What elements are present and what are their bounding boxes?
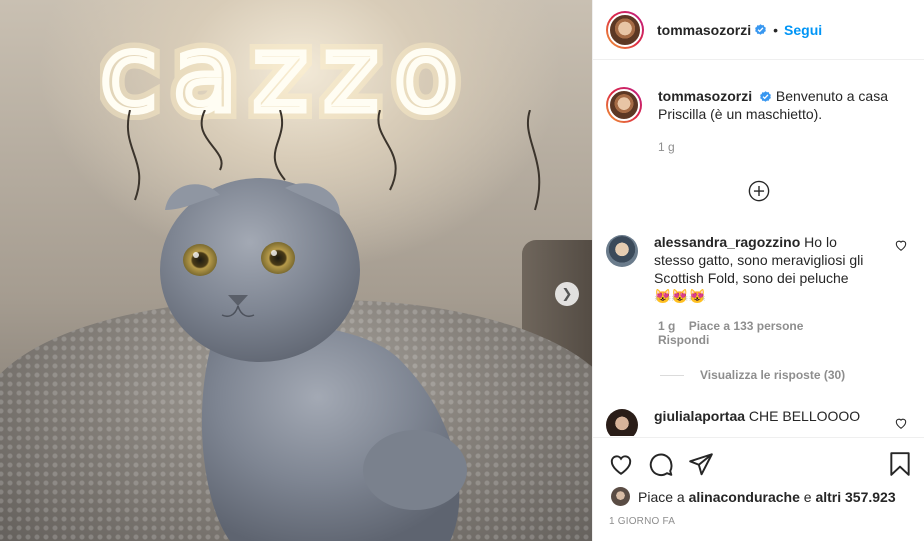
caption-text-block: tommasozorzi Benvenuto a casa Priscilla … (658, 87, 908, 123)
view-replies-button[interactable]: Visualizza le risposte (30) (660, 368, 845, 382)
caption-avatar[interactable] (606, 87, 642, 123)
comments-section[interactable]: tommasozorzi Benvenuto a casa Priscilla … (593, 61, 924, 436)
comment-like-heart-icon[interactable] (894, 416, 908, 430)
commenter-avatar[interactable] (606, 409, 638, 436)
post-details-panel: tommasozorzi • Segui tommasozorzi Benven… (592, 0, 924, 541)
header-separator: • (773, 21, 779, 38)
likes-summary: Piace a alinacondurache e altri 357.923 (611, 487, 896, 506)
chevron-right-icon: ❯ (561, 286, 573, 302)
caption-username[interactable]: tommasozorzi (658, 88, 752, 104)
post-caption: tommasozorzi Benvenuto a casa Priscilla … (606, 87, 908, 123)
comment-text: CHE BELLOOOO (748, 408, 861, 424)
liker-avatar[interactable] (611, 487, 630, 506)
paper-plane-icon[interactable] (688, 451, 714, 477)
replies-divider (660, 374, 684, 376)
neon-sign-text: cazzo (100, 13, 474, 120)
neon-sign: cazzo cazzo (100, 10, 474, 120)
comment-item: giulialaportaa CHE BELLOOOO (606, 407, 916, 436)
comment-text-block: giulialaportaa CHE BELLOOOO (654, 407, 869, 436)
likes-others-count[interactable]: altri 357.923 (815, 489, 895, 505)
comment-text-block: alessandra_ragozzino Ho lo stesso gatto,… (654, 233, 869, 305)
comment-username[interactable]: alessandra_ragozzino (654, 234, 800, 250)
post-timestamp[interactable]: 1 GIORNO FA (609, 516, 675, 527)
heart-icon[interactable] (608, 451, 634, 477)
grey-cat (160, 178, 467, 541)
next-photo-button[interactable]: ❯ (555, 282, 579, 306)
view-replies-label: Visualizza le risposte (30) (700, 368, 846, 382)
likes-prefix: Piace a (638, 488, 689, 505)
comment-meta: 1 g Piace a 133 persone Rispondi (658, 319, 858, 347)
verified-badge-icon (760, 91, 771, 102)
follow-button[interactable]: Segui (784, 22, 822, 38)
commenter-avatar[interactable] (606, 235, 638, 267)
comment-age: 1 g (658, 319, 676, 333)
post-header: tommasozorzi • Segui (593, 0, 924, 60)
reply-button[interactable]: Rispondi (658, 333, 709, 347)
author-username[interactable]: tommasozorzi (657, 22, 751, 38)
verified-badge-icon (755, 24, 766, 35)
comment-likes-count[interactable]: Piace a 133 persone (689, 319, 804, 333)
bookmark-icon[interactable] (887, 451, 913, 477)
comment-username[interactable]: giulialaportaa (654, 408, 745, 424)
liker-username[interactable]: alinacondurache (689, 489, 800, 505)
comment-like-heart-icon[interactable] (894, 238, 908, 252)
author-avatar[interactable] (606, 10, 644, 49)
likes-middle: e (799, 488, 816, 505)
comment-bubble-icon[interactable] (648, 451, 674, 477)
caption-age: 1 g (658, 140, 675, 154)
comment-item: alessandra_ragozzino Ho lo stesso gatto,… (606, 233, 916, 305)
post-actions: Piace a alinacondurache e altri 357.923 … (593, 437, 924, 541)
add-circle-icon[interactable] (748, 180, 770, 202)
post-photo[interactable]: cazzo cazzo ❯ (0, 0, 592, 541)
